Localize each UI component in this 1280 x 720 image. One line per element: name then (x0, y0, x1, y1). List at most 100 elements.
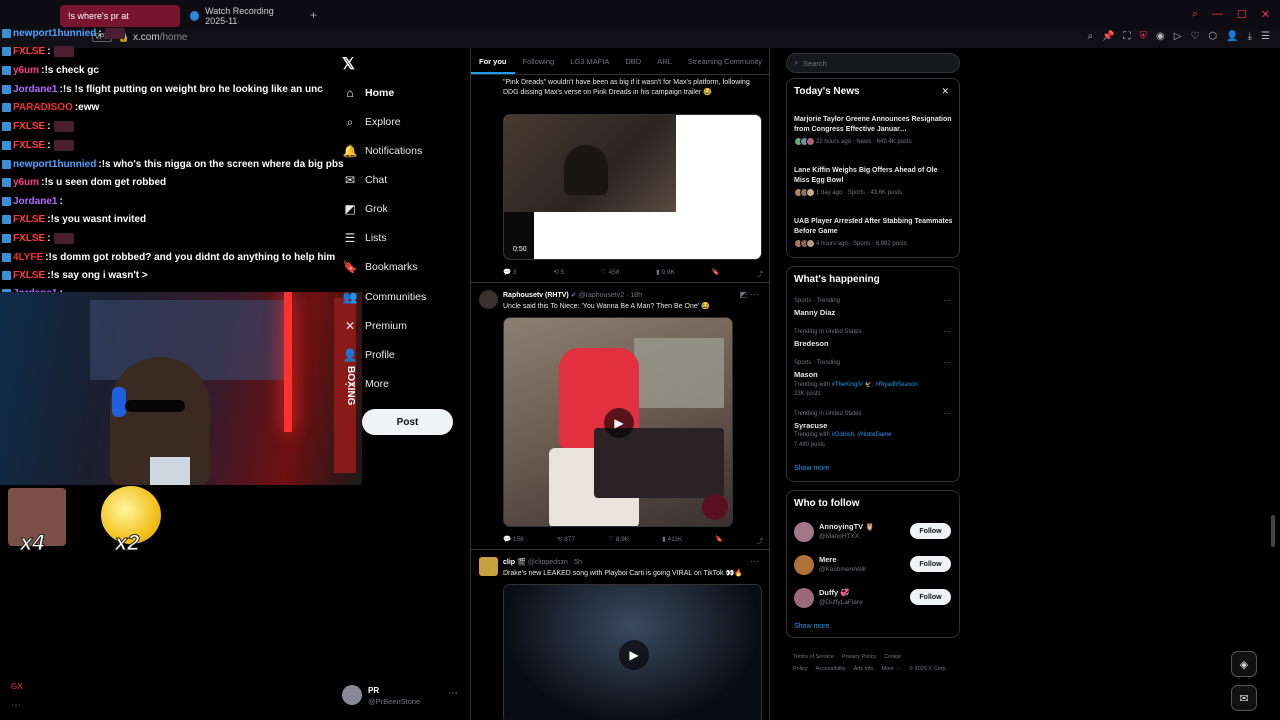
more-icon[interactable]: ⋯ (448, 688, 458, 699)
nav-item-bookmarks[interactable]: 🔖 Bookmarks (342, 257, 418, 277)
chat-username[interactable]: y6um (13, 65, 39, 76)
profile-icon[interactable]: 👤 (1226, 31, 1238, 42)
nav-item-explore[interactable]: ⌕ Explore (342, 112, 401, 132)
nav-item-profile[interactable]: 👤 Profile (342, 345, 395, 365)
browser-tab-recording[interactable]: Watch Recording 2025-11 (182, 5, 307, 27)
post-handle[interactable]: @clippedszn · 5h (528, 559, 582, 566)
views-button[interactable]: ▮ 9.9K (656, 268, 675, 278)
zoom-icon[interactable]: ⌕ (1087, 31, 1093, 42)
share-icon[interactable]: ⤴ (756, 535, 763, 545)
views-button[interactable]: ▮ 411K (662, 535, 682, 545)
repost-button[interactable]: ⟲ 877 (557, 535, 575, 545)
avatar[interactable] (479, 557, 498, 576)
pin-icon[interactable]: 📌 (1102, 31, 1114, 42)
play-icon[interactable]: ▷ (1174, 31, 1182, 42)
nav-item-chat[interactable]: ✉ Chat (342, 170, 387, 190)
more-icon[interactable]: ⋯ (943, 409, 951, 418)
chat-username[interactable]: FXLSE (13, 46, 45, 57)
follow-button[interactable]: Follow (910, 523, 951, 539)
like-button[interactable]: ♡ 8.9K (608, 535, 629, 545)
nav-item-communities[interactable]: 👥 Communities (342, 287, 427, 307)
chat-username[interactable]: y6um (13, 177, 39, 188)
close-icon[interactable]: ✕ (941, 86, 949, 97)
search-input[interactable]: ⌕ Search (786, 53, 960, 73)
chat-username[interactable]: Jordane1 (13, 84, 57, 95)
follow-button[interactable]: Follow (910, 589, 951, 605)
tab-arl[interactable]: ARL (649, 48, 680, 74)
trend-tags[interactable]: #GoIrish, #NotreDame (831, 432, 891, 438)
gx-label[interactable]: GX (11, 682, 23, 691)
post-video[interactable]: ▶ (503, 317, 733, 527)
avatar[interactable] (479, 290, 498, 309)
more-icon[interactable]: ⋯ (750, 556, 759, 567)
news-item-title[interactable]: UAB Player Arrested After Stabbing Teamm… (794, 217, 954, 236)
repost-button[interactable]: ⟲ 5 (553, 268, 564, 278)
chat-username[interactable]: PARADISOO (13, 102, 73, 113)
grok-icon[interactable]: ◈ (1231, 651, 1257, 677)
reply-button[interactable]: 💬 158 (503, 535, 524, 545)
new-tab-button[interactable]: + (310, 8, 317, 22)
chat-username[interactable]: 4LYFE (13, 252, 43, 263)
nav-item-home[interactable]: ⌂ Home (342, 83, 394, 103)
post-author[interactable]: Raphousetv (RHTV) (503, 292, 569, 299)
bookmark-icon[interactable]: 🔖 (712, 268, 720, 278)
post-video[interactable]: ▶ (503, 584, 762, 720)
nav-item-more[interactable]: ⋯ More (342, 374, 389, 394)
footer-link[interactable]: Privacy Policy (842, 654, 876, 660)
scrollbar[interactable] (1271, 515, 1275, 547)
chat-username[interactable]: newport1hunnied (13, 28, 96, 39)
tab-lg3-mafia[interactable]: LG3 MAFIA (562, 48, 617, 74)
tab-for-you[interactable]: For you (471, 48, 515, 74)
screenshot-icon[interactable]: ⛶ (1124, 31, 1131, 42)
nav-item-notifications[interactable]: 🔔 Notifications (342, 141, 423, 161)
post-video[interactable]: 0:50 (503, 114, 762, 260)
shield-icon[interactable]: ⛨ (1140, 31, 1148, 42)
browser-tab-active[interactable]: !s where's pr at (60, 5, 180, 27)
chat-username[interactable]: FXLSE (13, 214, 45, 225)
avatar[interactable] (794, 522, 814, 542)
follow-suggestion-name[interactable]: Mere (819, 555, 837, 564)
messages-icon[interactable]: ✉ (1231, 685, 1257, 711)
trend-name[interactable]: Syracuse (794, 421, 827, 430)
show-more-link[interactable]: Show more (794, 465, 829, 472)
trend-tags[interactable]: #TheKingIV 🦅, #RiyadhSeason (831, 382, 917, 388)
nav-item-grok[interactable]: ◩ Grok (342, 199, 387, 219)
close-icon[interactable]: ✕ (1261, 8, 1270, 21)
reply-button[interactable]: 💬 3 (503, 268, 517, 278)
x-logo-icon[interactable]: 𝕏 (342, 54, 355, 74)
account-switcher[interactable]: PR @PrBeenStone ⋯ (342, 685, 462, 709)
more-icon[interactable]: ⋯ (943, 296, 951, 305)
trend-name[interactable]: Mason (794, 370, 818, 379)
avatar[interactable] (794, 555, 814, 575)
download-icon[interactable]: ⤓ (1248, 31, 1252, 42)
tab-dbd[interactable]: DBD (617, 48, 649, 74)
footer-link[interactable]: Accessibility (816, 666, 846, 672)
follow-suggestion-name[interactable]: Duffy 💞 (819, 588, 850, 597)
grok-icon[interactable]: ◩ (739, 290, 747, 299)
extensions-icon[interactable]: ⬡ (1208, 31, 1217, 42)
post-button[interactable]: Post (362, 409, 453, 435)
tab-following[interactable]: Following (515, 48, 563, 74)
trend-name[interactable]: Manny Diaz (794, 308, 835, 317)
more-icon[interactable]: ⋯ (943, 358, 951, 367)
trend-name[interactable]: Bredeson (794, 339, 829, 348)
post-handle[interactable]: @raphousetv2 · 18h (579, 292, 643, 299)
bookmark-icon[interactable]: 🔖 (715, 535, 723, 545)
play-icon[interactable]: ▶ (604, 408, 634, 438)
play-icon[interactable]: ▶ (619, 640, 649, 670)
post-author[interactable]: clip 🎬 (503, 559, 526, 566)
share-icon[interactable]: ⤴ (756, 268, 763, 278)
news-item-title[interactable]: Marjorie Taylor Greene Announces Resigna… (794, 115, 954, 134)
search-icon[interactable]: ⌕ (1192, 8, 1198, 21)
more-icon[interactable]: ⋯ (750, 289, 759, 300)
chat-username[interactable]: newport1hunnied (13, 159, 96, 170)
chat-username[interactable]: FXLSE (13, 270, 45, 281)
more-dots-icon[interactable]: ⋯ (11, 700, 21, 711)
heart-icon[interactable]: ♡ (1190, 31, 1199, 42)
avatar[interactable] (794, 588, 814, 608)
follow-suggestion-name[interactable]: AnnoyingTV 🦉 (819, 522, 875, 531)
minimize-icon[interactable]: — (1212, 8, 1223, 21)
footer-link[interactable]: © 2025 X Corp. (909, 666, 947, 672)
tab-streaming-community[interactable]: Streaming Community (680, 48, 769, 74)
chat-username[interactable]: Jordane1 (13, 196, 57, 207)
